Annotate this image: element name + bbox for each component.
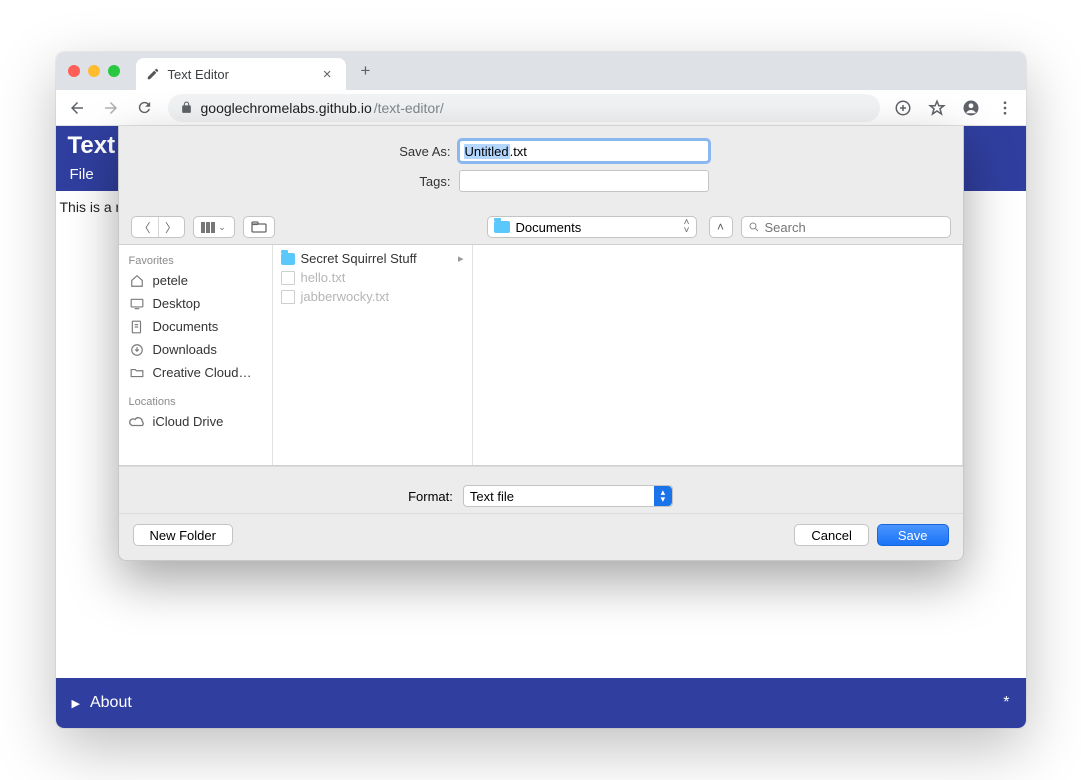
- bookmark-star-icon[interactable]: [922, 93, 952, 123]
- sidebar-item-desktop[interactable]: Desktop: [119, 292, 272, 315]
- home-icon: [129, 274, 145, 288]
- sidebar-item-downloads[interactable]: Downloads: [119, 338, 272, 361]
- dialog-button-bar: New Folder Cancel Save: [119, 513, 963, 548]
- chevron-right-icon: ▸: [458, 252, 464, 265]
- new-tab-button[interactable]: +: [352, 57, 380, 85]
- filename-ext: .txt: [510, 144, 527, 159]
- cloud-icon: [129, 416, 145, 427]
- forward-button[interactable]: [96, 93, 126, 123]
- close-tab-icon[interactable]: ×: [319, 66, 336, 83]
- chevron-updown-icon: ˄˅: [684, 219, 690, 235]
- reload-button[interactable]: [130, 93, 160, 123]
- back-button[interactable]: [62, 93, 92, 123]
- downloads-icon: [129, 343, 145, 357]
- nav-back-forward[interactable]: 〈 〉: [131, 216, 185, 238]
- folder-icon: [281, 253, 295, 265]
- new-folder-button[interactable]: New Folder: [133, 524, 233, 546]
- nav-back-icon[interactable]: 〈: [132, 217, 158, 237]
- chrome-menu-icon[interactable]: [990, 93, 1020, 123]
- page-content: Text File This is a n ▶ About * Save As:…: [56, 126, 1026, 728]
- tags-label: Tags:: [139, 174, 459, 189]
- app-footer: ▶ About *: [56, 678, 1026, 728]
- chrome-window: Text Editor × + googlechromelabs.github.…: [56, 52, 1026, 728]
- collapse-button[interactable]: ˄: [709, 216, 733, 238]
- browser-toolbar: googlechromelabs.github.io/text-editor/: [56, 90, 1026, 126]
- format-select[interactable]: Text file ▴▾: [463, 485, 673, 507]
- view-mode-button[interactable]: ⌄: [193, 216, 235, 238]
- sidebar-item-home[interactable]: petele: [119, 269, 272, 292]
- file-browser-toolbar: 〈 〉 ⌄ Documents ˄˅: [119, 210, 963, 244]
- file-item-folder[interactable]: Secret Squirrel Stuff▸: [273, 249, 472, 268]
- search-input[interactable]: [765, 220, 944, 235]
- location-name: Documents: [516, 220, 582, 235]
- sidebar-item-icloud[interactable]: iCloud Drive: [119, 410, 272, 433]
- browser-tab-strip: Text Editor × +: [56, 52, 1026, 90]
- format-value: Text file: [470, 489, 514, 504]
- minimize-window-button[interactable]: [88, 65, 100, 77]
- tab-title: Text Editor: [168, 67, 311, 82]
- tags-field[interactable]: [459, 170, 709, 192]
- disclosure-triangle-icon[interactable]: ▶: [72, 697, 80, 710]
- search-field[interactable]: [741, 216, 951, 238]
- file-browser: Favorites petele Desktop Documents Downl…: [119, 244, 963, 466]
- url-host: googlechromelabs.github.io: [201, 100, 372, 116]
- address-bar[interactable]: googlechromelabs.github.io/text-editor/: [168, 94, 880, 122]
- cancel-button[interactable]: Cancel: [794, 524, 868, 546]
- search-icon: [748, 221, 760, 233]
- folder-icon: [129, 367, 145, 378]
- sidebar-item-creative-cloud[interactable]: Creative Cloud…: [119, 361, 272, 384]
- chevron-updown-icon: ▴▾: [654, 486, 672, 506]
- format-row: Format: Text file ▴▾: [119, 466, 963, 513]
- window-controls: [56, 65, 132, 77]
- file-column-1: Secret Squirrel Stuff▸ hello.txt jabberw…: [273, 245, 473, 465]
- file-item[interactable]: hello.txt: [273, 268, 472, 287]
- dirty-indicator: *: [1003, 694, 1009, 712]
- documents-icon: [129, 320, 145, 334]
- save-as-label: Save As:: [139, 144, 459, 159]
- install-app-icon[interactable]: [888, 93, 918, 123]
- zoom-window-button[interactable]: [108, 65, 120, 77]
- document-icon: [281, 271, 295, 285]
- save-button[interactable]: Save: [877, 524, 949, 546]
- locations-section-label: Locations: [119, 392, 272, 410]
- filename-selected: Untitled: [464, 144, 510, 159]
- favorites-section-label: Favorites: [119, 251, 272, 269]
- browser-tab[interactable]: Text Editor ×: [136, 58, 346, 90]
- pencil-icon: [146, 67, 160, 81]
- format-label: Format:: [408, 489, 453, 504]
- url-path: /text-editor/: [374, 100, 444, 116]
- file-item[interactable]: jabberwocky.txt: [273, 287, 472, 306]
- profile-avatar-icon[interactable]: [956, 93, 986, 123]
- save-dialog-header: Save As: Untitled.txt Tags:: [119, 126, 963, 210]
- file-column-2: [473, 245, 963, 465]
- document-icon: [281, 290, 295, 304]
- columns-view-icon: ⌄: [194, 217, 234, 237]
- group-button[interactable]: [243, 216, 275, 238]
- about-link[interactable]: About: [90, 694, 132, 712]
- sidebar-item-documents[interactable]: Documents: [119, 315, 272, 338]
- lock-icon: [180, 101, 193, 114]
- nav-forward-icon[interactable]: 〉: [158, 217, 184, 237]
- sidebar: Favorites petele Desktop Documents Downl…: [119, 245, 273, 465]
- desktop-icon: [129, 298, 145, 310]
- close-window-button[interactable]: [68, 65, 80, 77]
- folder-icon: [494, 221, 510, 233]
- save-as-field[interactable]: Untitled.txt: [459, 140, 709, 162]
- save-dialog: Save As: Untitled.txt Tags: 〈 〉: [118, 126, 964, 561]
- location-popup[interactable]: Documents ˄˅: [487, 216, 697, 238]
